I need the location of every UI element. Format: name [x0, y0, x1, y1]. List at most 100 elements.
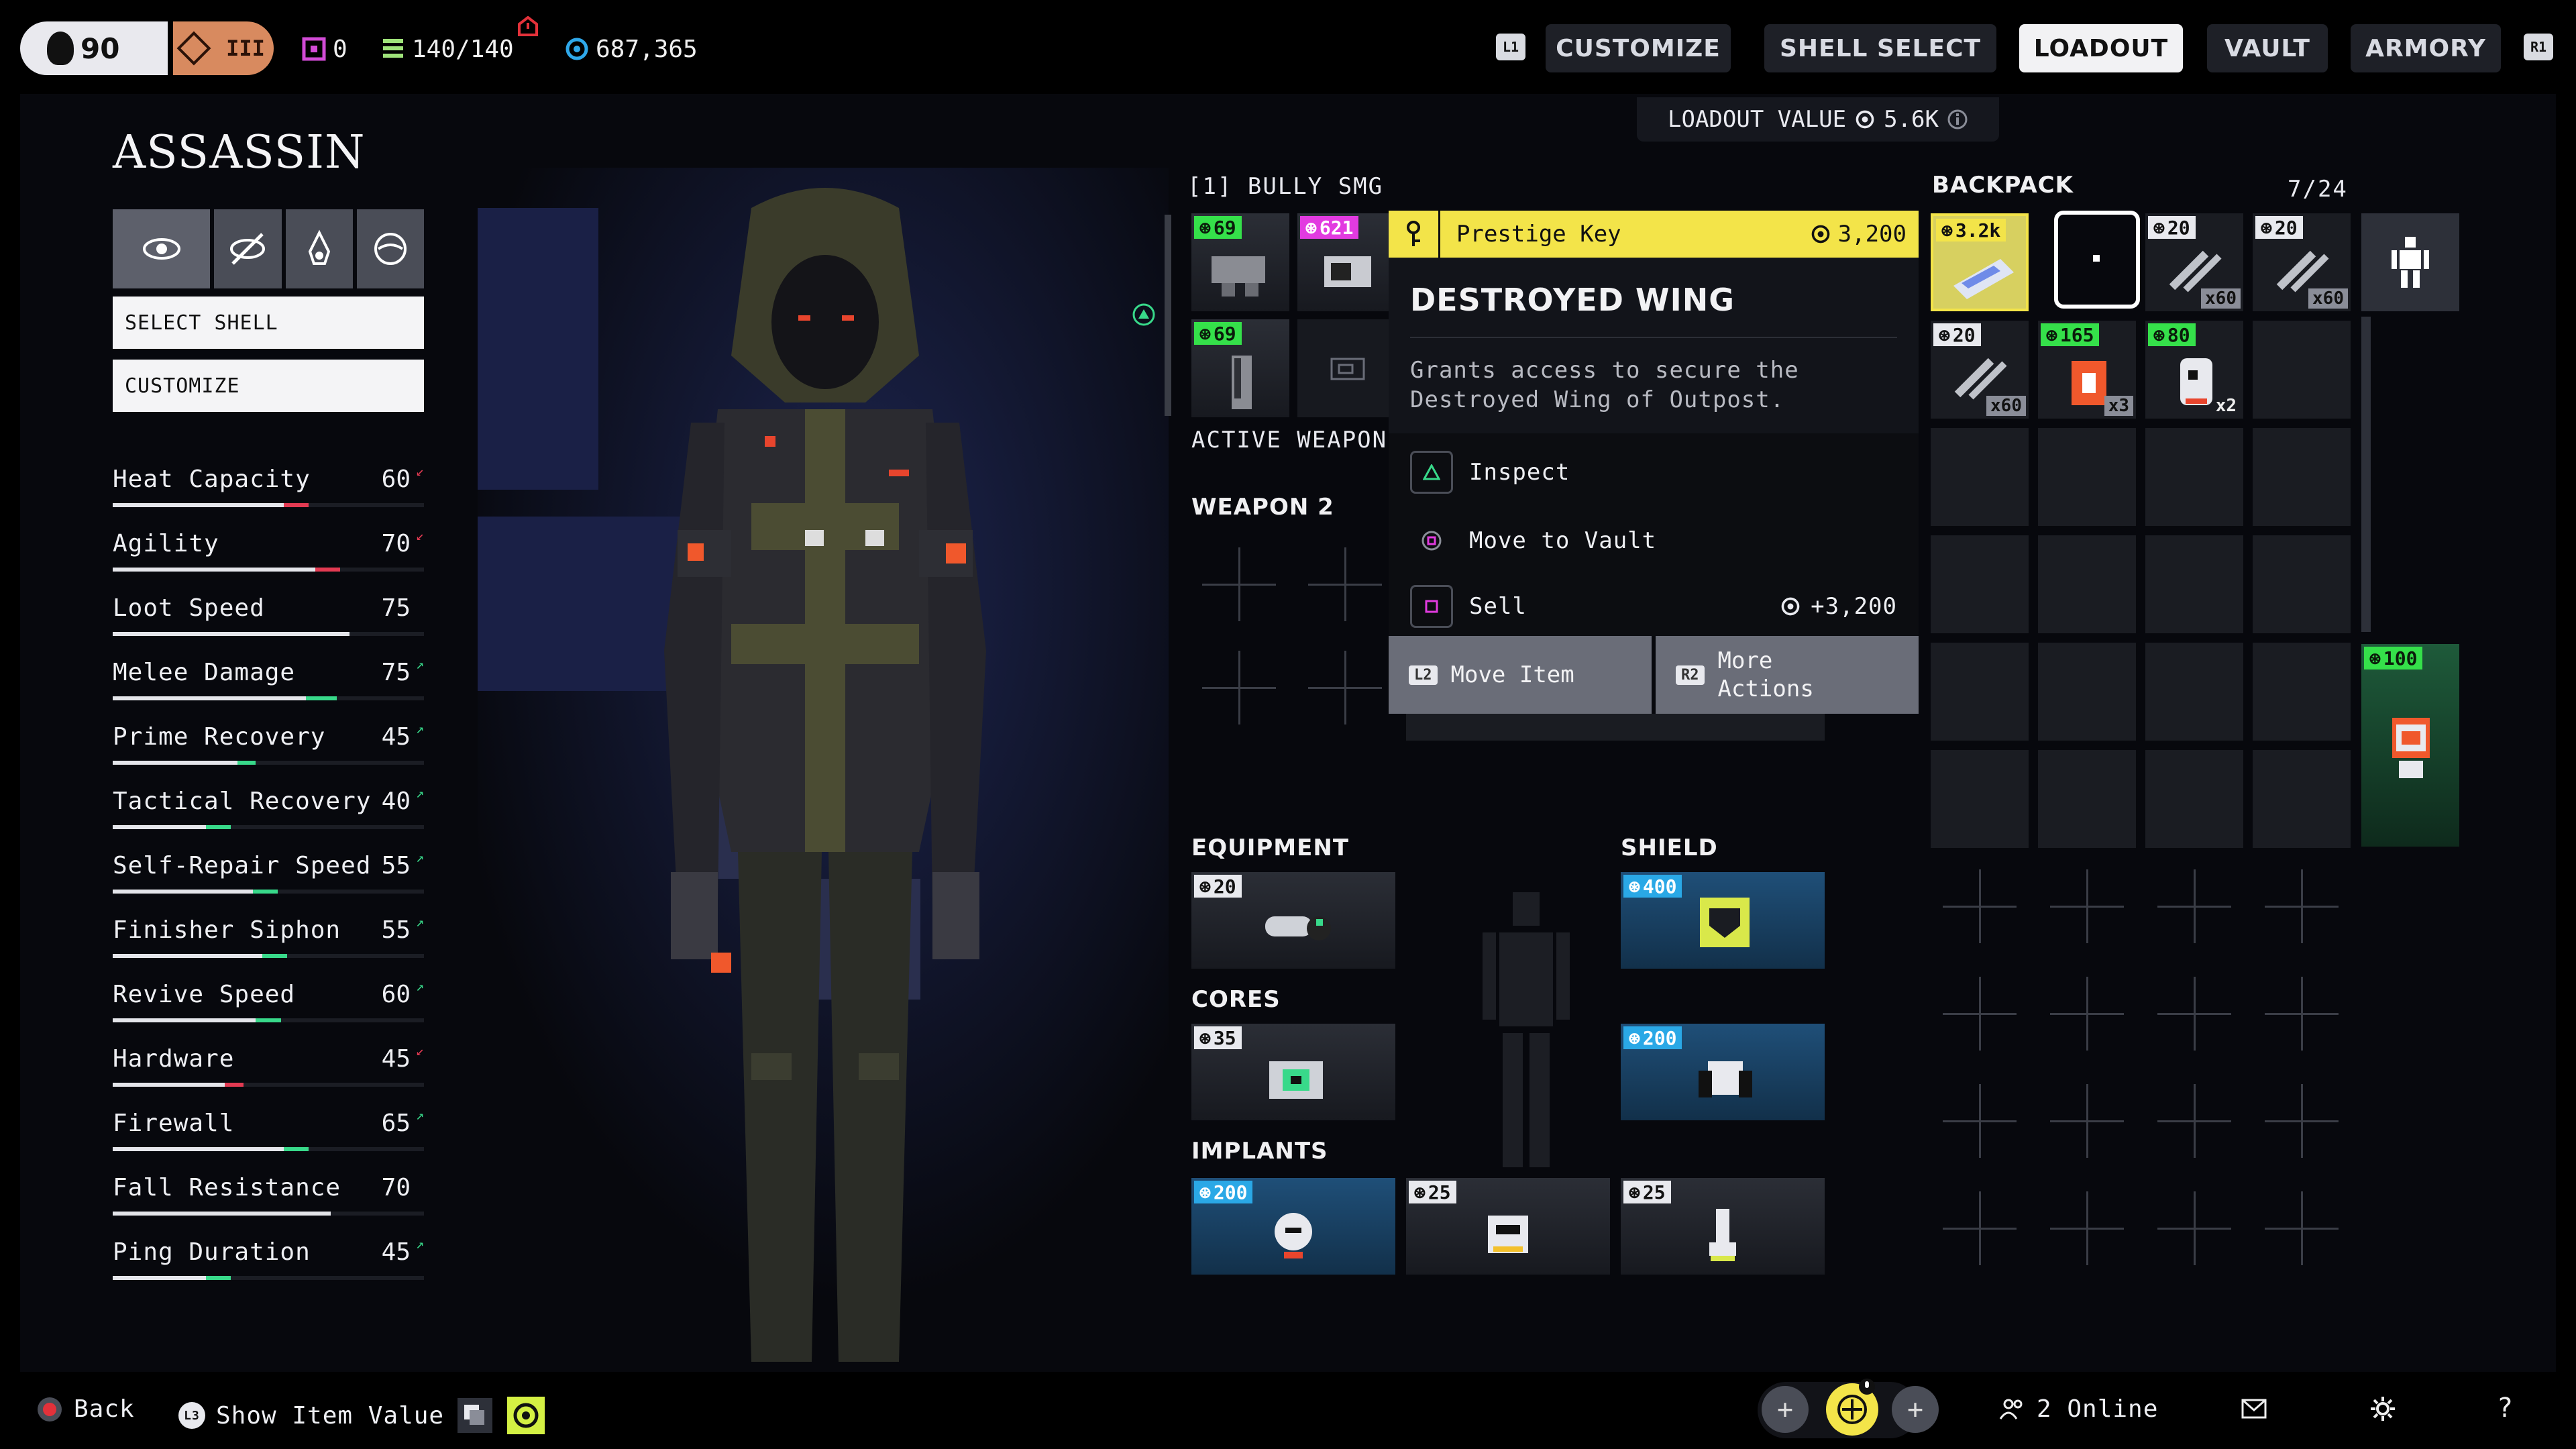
weapon-1-magazine-slot[interactable]: ⊛ 69 — [1191, 319, 1289, 417]
backpack-empty-cell[interactable] — [1931, 535, 2029, 633]
stat-value: 70 — [381, 530, 411, 557]
implant-slot-2[interactable]: ⊛ 25 — [1406, 1178, 1610, 1275]
core-slot-2[interactable]: ⊛ 200 — [1621, 1024, 1825, 1120]
triangle-button-icon — [1132, 303, 1155, 326]
weapon-1-empty-slot[interactable] — [1297, 319, 1395, 417]
backpack-item[interactable]: ⊛ 20 x60 — [1931, 321, 2029, 419]
shield-slot[interactable]: ⊛ 400 — [1621, 872, 1825, 969]
empty-weapon-slot[interactable] — [1308, 547, 1382, 621]
backpack-item[interactable]: ⊛ 20 x60 — [2145, 213, 2243, 311]
backpack-empty-cell[interactable] — [1931, 643, 2029, 741]
backpack-item[interactable]: ⊛ 165 x3 — [2038, 321, 2136, 419]
backpack-character-slot[interactable] — [2361, 213, 2459, 311]
tab-customize[interactable]: CUSTOMIZE — [1546, 24, 1731, 72]
stat-row[interactable]: Finisher Siphon 55 ↗ — [113, 911, 424, 965]
stat-name: Prime Recovery — [113, 723, 326, 751]
stat-name: Fall Resistance — [113, 1174, 341, 1201]
stat-row[interactable]: Heat Capacity 60 ↙ — [113, 460, 424, 514]
ability-slot-4[interactable] — [356, 209, 424, 288]
implant-slot-1[interactable]: ⊛ 200 — [1191, 1178, 1395, 1275]
backpack-locked-slot — [1943, 1084, 2017, 1158]
backpack-item-selected[interactable]: ⊛ 3.2k — [1931, 213, 2029, 311]
back-button[interactable]: Back — [36, 1395, 135, 1423]
stat-row[interactable]: Tactical Recovery 40 ↗ — [113, 782, 424, 836]
empty-weapon-slot[interactable] — [1308, 651, 1382, 724]
tab-shell-select[interactable]: SHELL SELECT — [1764, 24, 1996, 72]
bumper-left[interactable]: L1 — [1496, 34, 1525, 60]
backpack-empty-cell[interactable] — [2145, 535, 2243, 633]
select-shell-button[interactable]: SELECT SHELL — [113, 297, 424, 349]
player-rank-badge[interactable]: III — [173, 21, 274, 75]
customize-shell-button[interactable]: CUSTOMIZE — [113, 360, 424, 412]
empty-weapon-slot[interactable] — [1202, 547, 1276, 621]
stat-value: 65 — [381, 1110, 411, 1137]
weapon-scrollbar[interactable] — [1165, 215, 1171, 416]
tab-loadout[interactable]: LOADOUT — [2019, 24, 2183, 72]
backpack-empty-cell[interactable] — [2253, 750, 2351, 848]
equipment-slot[interactable]: ⊛ 20 — [1191, 872, 1395, 969]
empty-weapon-slot[interactable] — [1202, 651, 1276, 724]
backpack-empty-cell[interactable] — [2145, 643, 2243, 741]
stat-row[interactable]: Self-Repair Speed 55 ↗ — [113, 847, 424, 900]
ability-slot-1[interactable] — [113, 209, 211, 288]
core-slot-1[interactable]: ⊛ 35 — [1191, 1024, 1395, 1120]
backpack-empty-cell[interactable] — [2253, 535, 2351, 633]
stat-row[interactable]: Agility 70 ↙ — [113, 525, 424, 578]
stat-row[interactable]: Loot Speed 75 — [113, 589, 424, 643]
add-party-slot-1[interactable]: + — [1762, 1386, 1809, 1433]
backpack-scrollbar[interactable] — [2361, 317, 2371, 632]
weapon-1-mod-slot[interactable]: ⊛ 69 — [1191, 213, 1289, 311]
backpack-empty-cell[interactable] — [2145, 428, 2243, 526]
info-icon[interactable] — [1947, 109, 1968, 130]
move-item-button[interactable]: L2 Move Item — [1389, 636, 1652, 714]
backpack-empty-cell[interactable] — [2253, 321, 2351, 419]
mail-icon[interactable] — [2241, 1398, 2267, 1419]
backpack-locked-slot — [2265, 977, 2339, 1051]
stat-row[interactable]: Prime Recovery 45 ↗ — [113, 718, 424, 771]
inspect-action[interactable]: Inspect — [1410, 448, 1897, 496]
backpack-empty-cell[interactable] — [2253, 428, 2351, 526]
ability-slot-3[interactable] — [285, 209, 353, 288]
empty-mod-icon — [1330, 358, 1365, 380]
tab-vault[interactable]: VAULT — [2207, 24, 2328, 72]
sell-action[interactable]: Sell +3,200 — [1410, 582, 1897, 631]
item-value-badge: ⊛ 165 — [2041, 323, 2100, 346]
stat-row[interactable]: Melee Damage 75 ↗ — [113, 653, 424, 707]
implant-slot-3[interactable]: ⊛ 25 — [1621, 1178, 1825, 1275]
show-item-value-toggle[interactable]: L3 Show Item Value — [178, 1395, 546, 1436]
stat-row[interactable]: Firewall 65 ↗ — [113, 1104, 424, 1158]
backpack-side-item[interactable]: ⊛ 100 — [2361, 644, 2459, 847]
add-party-slot-2[interactable]: + — [1892, 1386, 1939, 1433]
backpack-empty-cell[interactable] — [2038, 643, 2136, 741]
weapon-1-optic-slot[interactable]: ⊛ 621 — [1297, 213, 1395, 311]
stat-row[interactable]: Revive Speed 60 ↗ — [113, 975, 424, 1029]
backpack-empty-cell[interactable] — [2253, 643, 2351, 741]
tab-armory[interactable]: ARMORY — [2351, 24, 2501, 72]
backpack-empty-cell[interactable] — [2038, 428, 2136, 526]
player-level-badge[interactable]: 90 — [20, 21, 168, 75]
backpack-empty-cell[interactable] — [2038, 750, 2136, 848]
stat-bar-fill — [113, 1018, 256, 1022]
bumper-right[interactable]: R1 — [2524, 34, 2553, 60]
backpack-empty-cell[interactable] — [1931, 750, 2029, 848]
move-to-vault-action[interactable]: Move to Vault — [1410, 517, 1897, 565]
stat-row[interactable]: Fall Resistance 70 — [113, 1169, 424, 1222]
settings-gear-icon[interactable] — [2369, 1395, 2396, 1422]
ability-slot-2[interactable] — [214, 209, 282, 288]
stat-bar-modifier — [206, 825, 231, 829]
friends-online[interactable]: 2 Online — [1999, 1395, 2158, 1423]
tooltip-separator — [1410, 337, 1897, 338]
backpack-empty-cell[interactable] — [2038, 535, 2136, 633]
backpack-item[interactable]: ⊛ 80 x2 — [2145, 321, 2243, 419]
stat-row[interactable]: Hardware 45 ↙ — [113, 1040, 424, 1093]
stat-up-arrow-icon: ↗ — [415, 978, 424, 994]
more-actions-button[interactable]: R2 More Actions — [1656, 636, 1919, 714]
help-icon[interactable]: ? — [2497, 1393, 2513, 1424]
backpack-empty-cell[interactable] — [2145, 750, 2243, 848]
stat-up-arrow-icon: ↗ — [415, 785, 424, 801]
backpack-count: 7/24 — [2288, 176, 2348, 203]
backpack-empty-cell[interactable] — [1931, 428, 2029, 526]
stat-row[interactable]: Ping Duration 45 ↗ — [113, 1233, 424, 1287]
backpack-item[interactable]: ⊛ 20 x60 — [2253, 213, 2351, 311]
loadout-value: LOADOUT VALUE 5.6K — [1637, 97, 1999, 142]
